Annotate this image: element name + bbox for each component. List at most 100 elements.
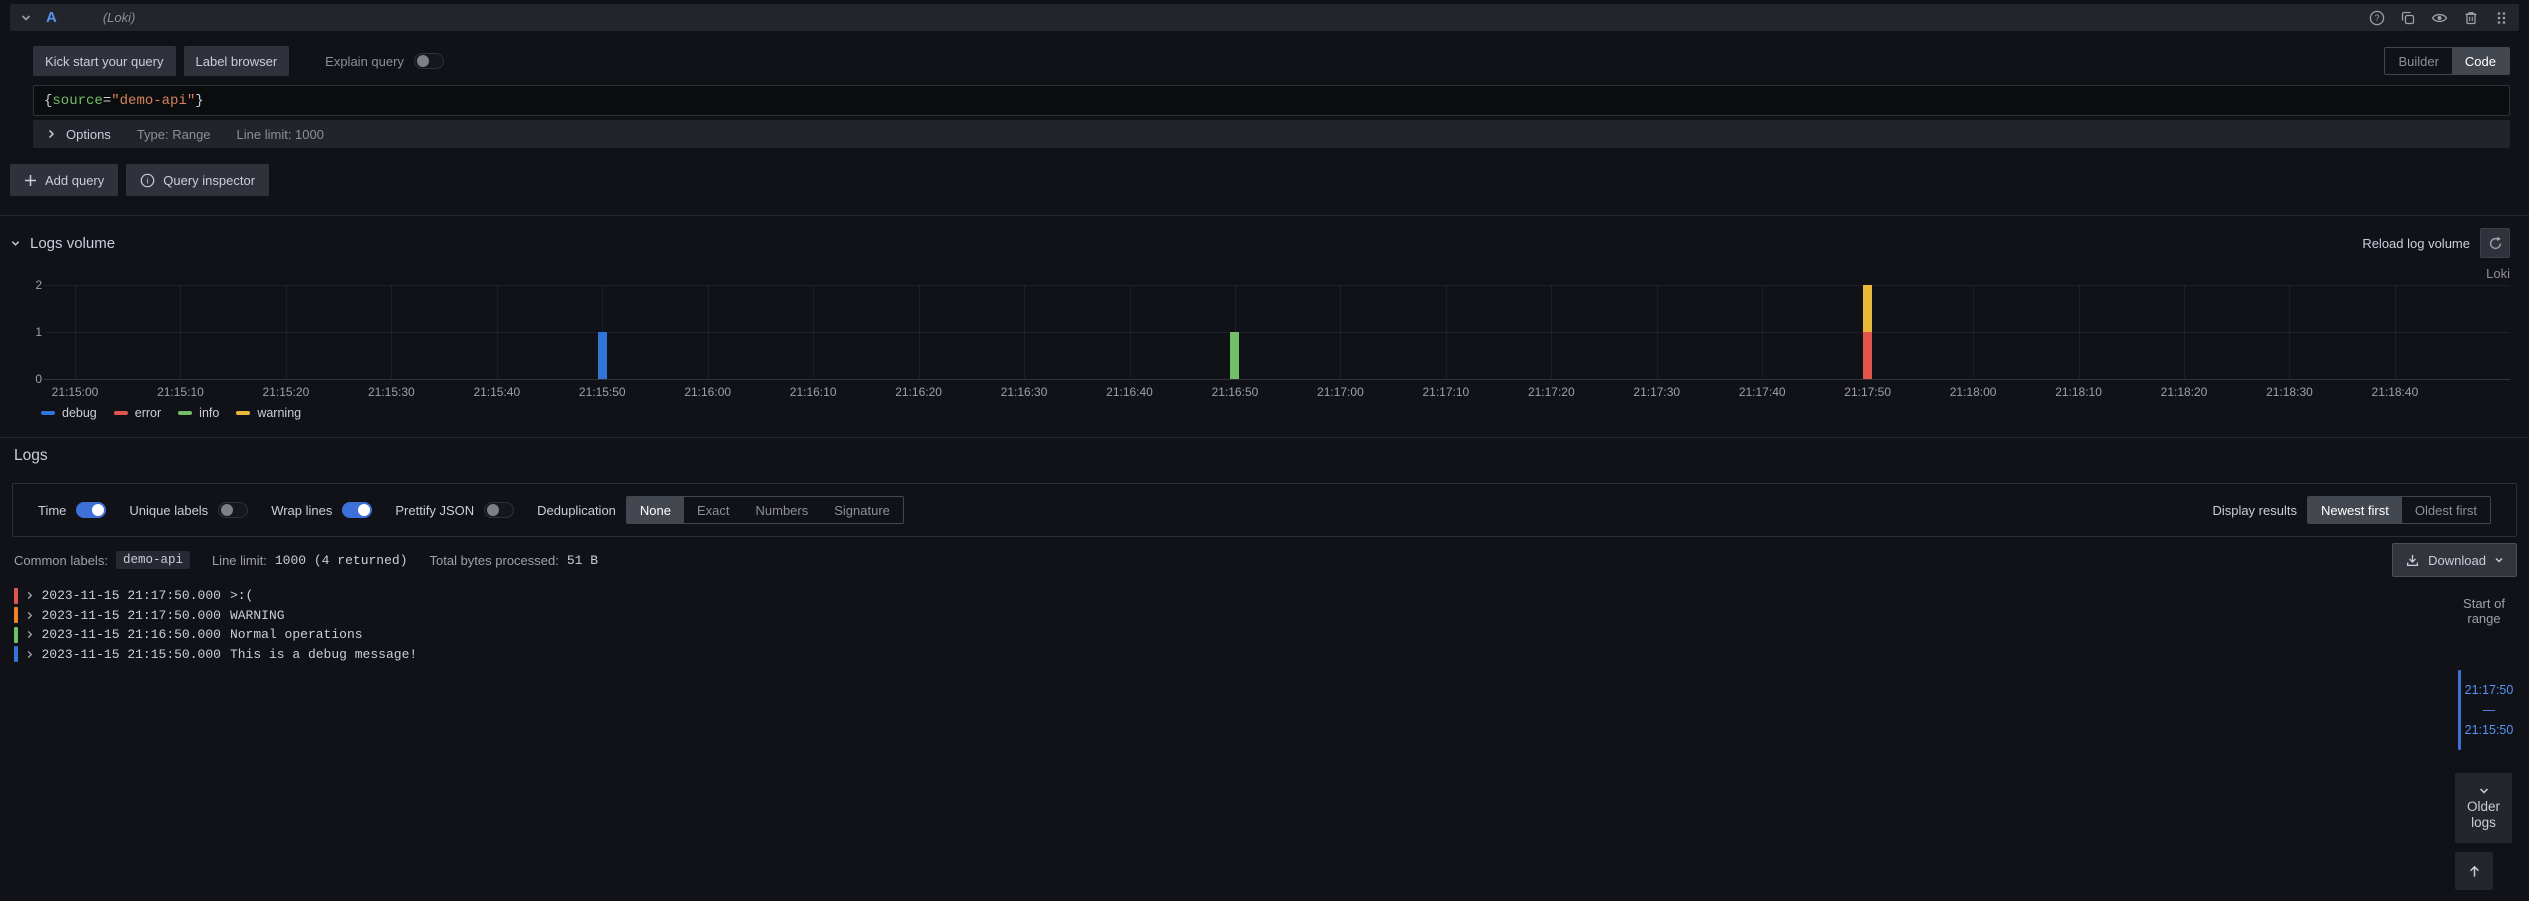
expand-row-icon[interactable] — [25, 630, 34, 639]
query-token-close: } — [195, 93, 203, 109]
y-gridline — [44, 332, 2510, 333]
line-limit-value: 1000 (4 returned) — [275, 553, 408, 568]
expand-row-icon[interactable] — [25, 591, 34, 600]
logs-volume-chart: debugerrorinfowarning 01221:15:0021:15:1… — [10, 278, 2519, 428]
refresh-icon — [2488, 236, 2503, 251]
range-separator: — — [2483, 700, 2496, 720]
x-gridline — [1446, 285, 1447, 379]
datasource-label: (Loki) — [103, 10, 136, 25]
time-toggle[interactable] — [76, 502, 106, 518]
label-browser-button[interactable]: Label browser — [184, 46, 290, 76]
x-gridline — [1551, 285, 1552, 379]
option-signature[interactable]: Signature — [821, 497, 903, 523]
query-token-label: source — [52, 93, 102, 109]
prettify-json-toggle-label: Prettify JSON — [395, 503, 474, 518]
option-code[interactable]: Code — [2452, 48, 2509, 74]
option-none[interactable]: None — [627, 497, 684, 523]
reload-log-volume-button[interactable] — [2480, 228, 2510, 258]
grafana-explore: A (Loki) ? Kick start your query Label b… — [0, 0, 2529, 901]
log-row[interactable]: 2023-11-15 21:15:50.000This is a debug m… — [14, 645, 2445, 665]
log-level-bar-debug — [14, 646, 18, 662]
section-divider — [0, 215, 2529, 216]
logs-volume-chevron-icon[interactable] — [10, 238, 21, 249]
legend-item-debug[interactable]: debug — [41, 406, 97, 420]
display-results-label: Display results — [2212, 503, 2297, 518]
x-tick-label: 21:18:10 — [2049, 385, 2109, 399]
x-gridline — [1973, 285, 1974, 379]
legend-label: warning — [257, 406, 301, 420]
option-oldest-first[interactable]: Oldest first — [2402, 497, 2490, 523]
legend-item-info[interactable]: info — [178, 406, 219, 420]
wrap-lines-toggle[interactable] — [342, 502, 372, 518]
chart-legend: debug error info warning — [41, 406, 301, 420]
explain-query-toggle[interactable] — [414, 53, 444, 69]
query-ref-id[interactable]: A — [46, 9, 57, 26]
x-gridline — [1762, 285, 1763, 379]
log-timestamp: 2023-11-15 21:17:50.000 — [42, 588, 221, 603]
x-tick-label: 21:16:20 — [889, 385, 949, 399]
option-builder[interactable]: Builder — [2385, 48, 2451, 74]
x-gridline — [2395, 285, 2396, 379]
eye-icon[interactable] — [2431, 10, 2448, 26]
option-exact[interactable]: Exact — [684, 497, 743, 523]
log-level-bar-warning — [14, 607, 18, 623]
logs-controls: Time Unique labels Wrap lines Prettify J… — [12, 483, 2517, 537]
y-axis-label: 2 — [26, 278, 42, 292]
line-limit-label: Line limit: — [212, 553, 267, 568]
query-token-value: "demo-api" — [111, 93, 195, 109]
option-numbers[interactable]: Numbers — [743, 497, 822, 523]
log-range-indicator[interactable]: 21:17:50 — 21:15:50 — [2458, 670, 2517, 750]
x-tick-label: 21:17:00 — [1310, 385, 1370, 399]
expand-row-icon[interactable] — [25, 650, 34, 659]
prettify-json-toggle[interactable] — [484, 502, 514, 518]
legend-item-error[interactable]: error — [114, 406, 161, 420]
x-tick-label: 21:16:50 — [1205, 385, 1265, 399]
x-tick-label: 21:18:00 — [1943, 385, 2003, 399]
add-query-button[interactable]: Add query — [10, 164, 118, 196]
expand-row-icon[interactable] — [25, 611, 34, 620]
scroll-top-button[interactable] — [2455, 852, 2493, 890]
collapse-chevron-icon[interactable] — [20, 12, 32, 24]
x-tick-label: 21:17:50 — [1838, 385, 1898, 399]
copy-icon[interactable] — [2400, 10, 2416, 26]
deduplication-label: Deduplication — [537, 503, 616, 518]
bytes-processed-label: Total bytes processed: — [430, 553, 559, 568]
log-row[interactable]: 2023-11-15 21:16:50.000Normal operations — [14, 625, 2445, 645]
legend-item-warning[interactable]: warning — [236, 406, 301, 420]
trash-icon[interactable] — [2463, 10, 2479, 26]
x-gridline — [813, 285, 814, 379]
x-gridline — [1130, 285, 1131, 379]
info-circle-icon: i — [140, 173, 155, 188]
query-token-op: = — [103, 93, 111, 109]
options-chevron-right-icon — [46, 129, 56, 139]
x-tick-label: 21:18:30 — [2259, 385, 2319, 399]
legend-swatch — [236, 411, 250, 415]
x-tick-label: 21:15:00 — [45, 385, 105, 399]
unique-labels-toggle[interactable] — [218, 502, 248, 518]
log-row[interactable]: 2023-11-15 21:17:50.000>:( — [14, 586, 2445, 606]
editor-mode-group: BuilderCode — [2384, 47, 2510, 75]
x-tick-label: 21:15:20 — [256, 385, 316, 399]
legend-swatch — [178, 411, 192, 415]
log-timestamp: 2023-11-15 21:17:50.000 — [42, 608, 221, 623]
y-gridline — [44, 285, 2510, 286]
x-gridline — [286, 285, 287, 379]
range-from: 21:17:50 — [2465, 680, 2514, 700]
x-gridline — [180, 285, 181, 379]
download-button[interactable]: Download — [2392, 543, 2517, 577]
options-type: Type: Range — [137, 127, 211, 142]
time-toggle-label: Time — [38, 503, 66, 518]
query-inspector-button[interactable]: i Query inspector — [126, 164, 269, 196]
log-row[interactable]: 2023-11-15 21:17:50.000WARNING — [14, 606, 2445, 626]
log-level-bar-info — [14, 627, 18, 643]
drag-handle-icon[interactable] — [2494, 10, 2509, 26]
option-newest-first[interactable]: Newest first — [2308, 497, 2402, 523]
query-options-row[interactable]: Options Type: Range Line limit: 1000 — [33, 120, 2510, 148]
range-to: 21:15:50 — [2465, 720, 2514, 740]
kick-start-query-button[interactable]: Kick start your query — [33, 46, 176, 76]
older-logs-button[interactable]: Older logs — [2455, 773, 2512, 843]
x-gridline — [2289, 285, 2290, 379]
options-label: Options — [66, 127, 111, 142]
help-icon[interactable]: ? — [2369, 10, 2385, 26]
query-code-editor[interactable]: {source="demo-api"} — [33, 85, 2510, 116]
